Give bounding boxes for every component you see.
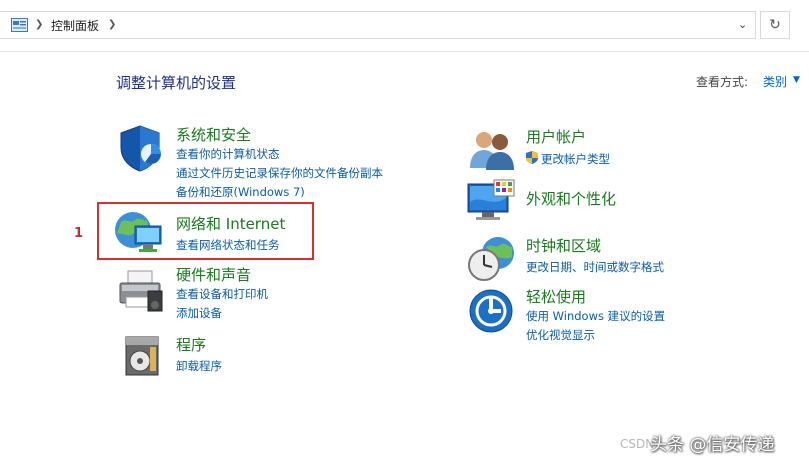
chevron-right-icon[interactable]: ❯ (108, 19, 116, 30)
view-by-dropdown[interactable]: 类别 (763, 73, 787, 90)
chevron-down-icon[interactable]: ⌄ (738, 18, 747, 31)
printer-icon[interactable] (118, 265, 164, 313)
link-change-account-type[interactable]: 更改帐户类型 (541, 151, 610, 167)
annotation-highlight-box (97, 202, 314, 260)
link-view-computer-status[interactable]: 查看你的计算机状态 (176, 146, 280, 162)
chevron-right-icon[interactable]: ❯ (35, 19, 43, 30)
category-user-accounts[interactable]: 用户帐户 (526, 126, 586, 147)
users-icon[interactable] (468, 128, 516, 170)
watermark-text: 头条 @信安传递 (650, 435, 775, 455)
link-optimize-visual-display[interactable]: 优化视觉显示 (526, 327, 595, 343)
link-recommended-settings[interactable]: 使用 Windows 建议的设置 (526, 308, 665, 324)
page-title: 调整计算机的设置 (116, 74, 237, 92)
link-backup-restore[interactable]: 备份和还原(Windows 7) (176, 184, 305, 200)
category-hardware-sound[interactable]: 硬件和声音 (176, 264, 251, 285)
link-devices-printers[interactable]: 查看设备和打印机 (176, 286, 268, 302)
refresh-button[interactable]: ↻ (760, 11, 790, 39)
ease-of-access-icon[interactable] (468, 288, 514, 334)
annotation-marker: 1 (74, 226, 84, 241)
view-by-label: 查看方式: (696, 75, 749, 89)
category-system-security[interactable]: 系统和安全 (176, 124, 251, 145)
breadcrumb-control-panel[interactable]: 控制面板 (51, 17, 99, 34)
programs-icon[interactable] (122, 333, 162, 379)
link-uninstall-program[interactable]: 卸载程序 (176, 358, 222, 374)
category-clock-region[interactable]: 时钟和区域 (526, 235, 601, 256)
address-bar: ❯ 控制面板 ❯ ⌄ ↻ (0, 0, 809, 52)
link-file-history-backup[interactable]: 通过文件历史记录保存你的文件备份副本 (176, 165, 383, 181)
link-add-device[interactable]: 添加设备 (176, 305, 222, 321)
category-ease-of-access[interactable]: 轻松使用 (526, 286, 586, 307)
chevron-down-icon[interactable]: ▼ (793, 75, 800, 85)
uac-shield-icon (526, 151, 538, 164)
category-programs[interactable]: 程序 (176, 334, 206, 355)
link-change-date-time-format[interactable]: 更改日期、时间或数字格式 (526, 259, 664, 275)
shield-icon[interactable] (117, 124, 163, 172)
refresh-icon: ↻ (769, 17, 781, 33)
clock-globe-icon[interactable] (466, 235, 516, 283)
monitor-icon[interactable] (466, 178, 516, 224)
control-panel-icon (11, 18, 28, 32)
category-appearance-personalization[interactable]: 外观和个性化 (526, 188, 616, 209)
